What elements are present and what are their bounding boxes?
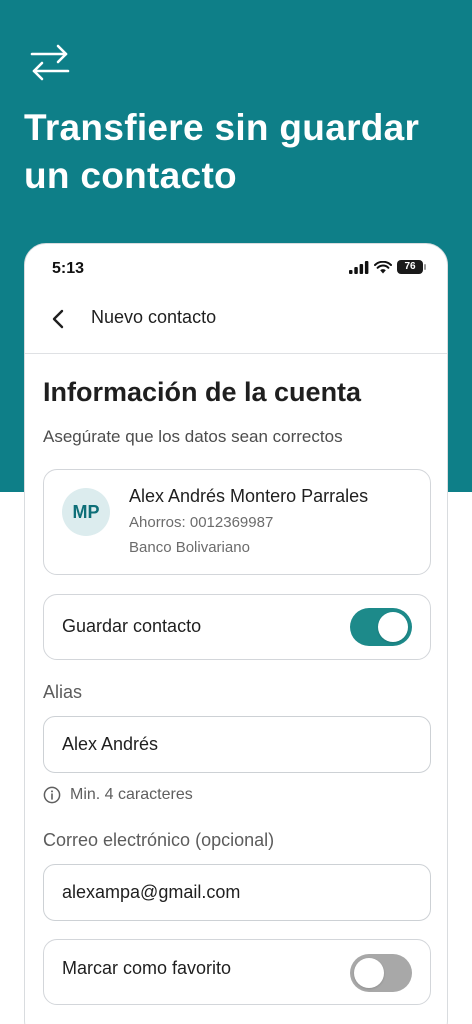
- contact-card: MP Alex Andrés Montero Parrales Ahorros:…: [43, 469, 431, 575]
- alias-label: Alias: [43, 682, 83, 702]
- phone-mockup: 5:13 76 Nuevo contacto Información de la…: [24, 243, 448, 1024]
- battery-icon: 76: [397, 260, 426, 274]
- section-title: Información de la cuenta: [43, 377, 362, 407]
- favorite-row: Marcar como favorito: [43, 939, 431, 1005]
- nav-bar: Nuevo contacto: [25, 294, 447, 354]
- back-button[interactable]: [43, 304, 73, 334]
- favorite-label: Marcar como favorito: [62, 958, 232, 978]
- section-subtitle: Asegúrate que los datos sean correctos: [43, 427, 343, 446]
- contact-bank: Banco Bolivariano: [129, 539, 250, 556]
- status-icons: 76: [349, 260, 426, 274]
- info-icon: [43, 786, 61, 804]
- save-contact-row: Guardar contacto: [43, 594, 431, 660]
- contact-name: Alex Andrés Montero Parrales: [129, 486, 369, 506]
- favorite-toggle[interactable]: [350, 954, 412, 992]
- save-contact-toggle[interactable]: [350, 608, 412, 646]
- alias-hint: Min. 4 caracteres: [43, 786, 193, 804]
- nav-title: Nuevo contacto: [91, 307, 217, 327]
- chevron-left-icon: [52, 309, 64, 329]
- toggle-knob: [378, 612, 408, 642]
- avatar: MP: [62, 488, 110, 536]
- toggle-knob: [354, 958, 384, 988]
- contact-account: Ahorros: 0012369987: [129, 514, 274, 531]
- status-bar: 5:13 76: [25, 244, 447, 294]
- email-input[interactable]: [43, 864, 431, 921]
- transfer-arrows-icon: [30, 44, 70, 81]
- save-contact-label: Guardar contacto: [62, 616, 202, 636]
- email-label: Correo electrónico (opcional): [43, 830, 275, 850]
- alias-input[interactable]: [43, 716, 431, 773]
- wifi-icon: [374, 260, 392, 273]
- alias-hint-text: Min. 4 caracteres: [70, 786, 193, 803]
- signal-icon: [349, 260, 369, 274]
- hero-title: Transfiere sin guardar un contacto: [24, 107, 420, 196]
- status-time: 5:13: [52, 260, 85, 277]
